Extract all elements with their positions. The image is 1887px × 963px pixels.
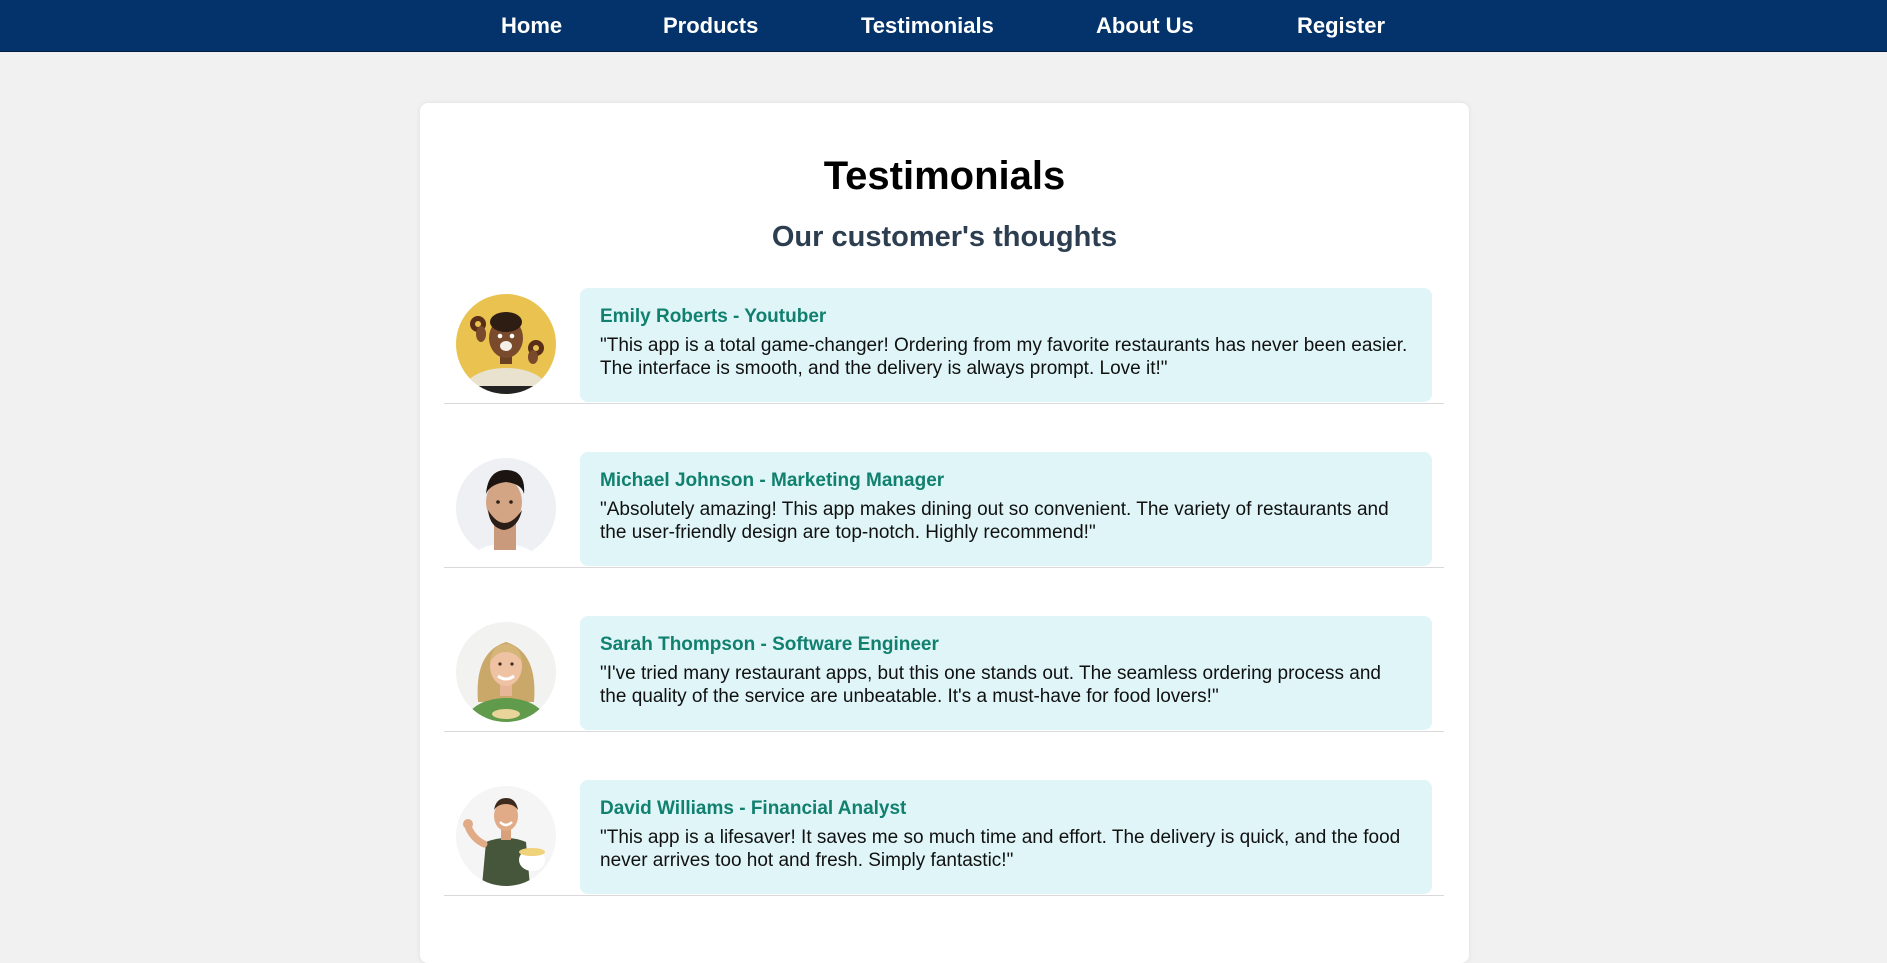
testimonial-quote: "Absolutely amazing! This app makes dini… (600, 499, 1389, 543)
avatar-michael-johnson (456, 458, 556, 558)
top-navigation-bar: Home Products Testimonials About Us Regi… (0, 0, 1887, 52)
nav-link-testimonials[interactable]: Testimonials (861, 13, 994, 39)
testimonial-bubble: Michael Johnson - Marketing Manager "Abs… (580, 452, 1432, 566)
testimonial-author: Sarah Thompson - Software Engineer (600, 634, 939, 655)
avatar-emily-roberts (456, 294, 556, 394)
testimonial-author: David Williams - Financial Analyst (600, 798, 907, 819)
testimonial-row: Emily Roberts - Youtuber "This app is a … (444, 283, 1444, 404)
nav-link-home[interactable]: Home (501, 13, 562, 39)
avatar-david-williams (456, 786, 556, 886)
testimonial-quote: "This app is a lifesaver! It saves me so… (600, 827, 1401, 871)
nav-link-products[interactable]: Products (663, 13, 758, 39)
testimonial-row: Sarah Thompson - Software Engineer "I've… (444, 611, 1444, 732)
testimonial-quote: "I've tried many restaurant apps, but th… (600, 663, 1382, 707)
testimonial-author: Michael Johnson - Marketing Manager (600, 470, 945, 491)
testimonial-bubble: David Williams - Financial Analyst "This… (580, 780, 1432, 894)
nav-link-about-us[interactable]: About Us (1096, 13, 1194, 39)
testimonial-quote: "This app is a total game-changer! Order… (600, 335, 1408, 379)
page-subtitle: Our customer's thoughts (771, 221, 1118, 253)
testimonial-bubble: Sarah Thompson - Software Engineer "I've… (580, 616, 1432, 730)
nav-link-register[interactable]: Register (1297, 13, 1385, 39)
testimonial-bubble: Emily Roberts - Youtuber "This app is a … (580, 288, 1432, 402)
testimonial-author: Emily Roberts - Youtuber (600, 306, 827, 327)
testimonial-row: Michael Johnson - Marketing Manager "Abs… (444, 447, 1444, 568)
testimonials-card: Testimonials Our customer's thoughts Emi… (420, 103, 1469, 963)
testimonial-row: David Williams - Financial Analyst "This… (444, 775, 1444, 896)
avatar-sarah-thompson (456, 622, 556, 722)
page-title: Testimonials (823, 154, 1066, 198)
